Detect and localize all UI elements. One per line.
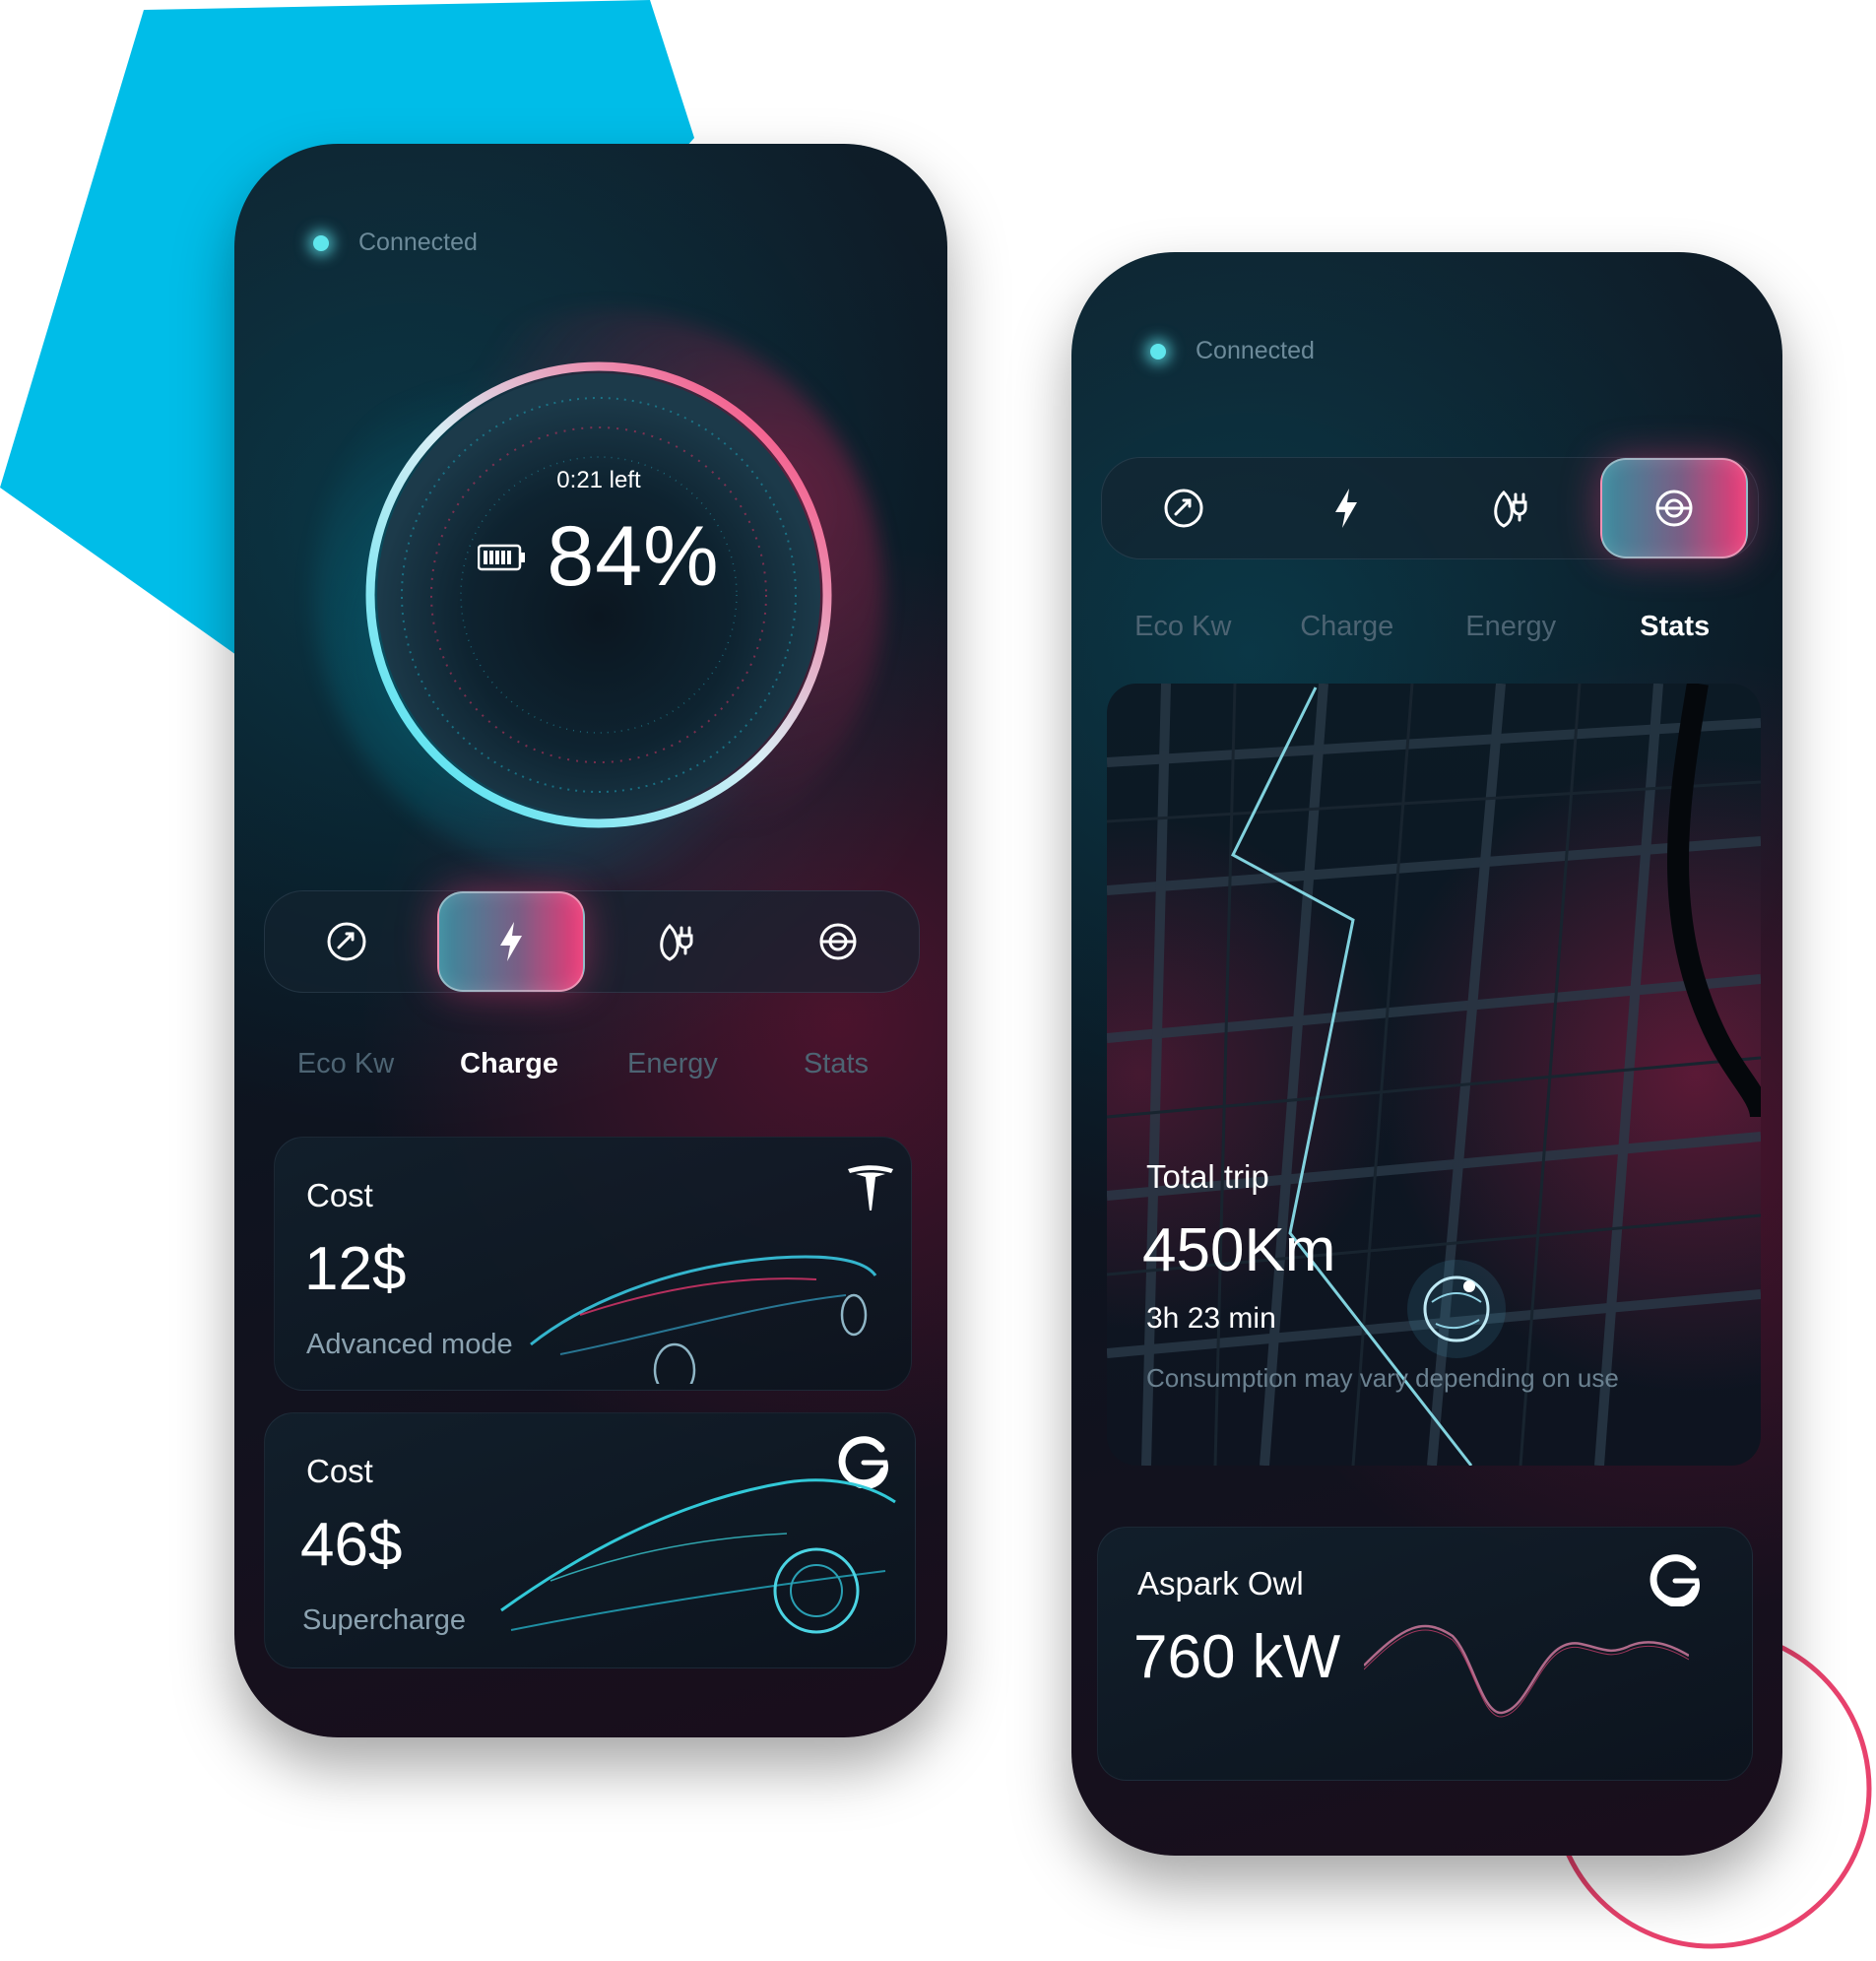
connection-status-label: Connected bbox=[358, 229, 478, 256]
lightning-icon bbox=[1335, 489, 1358, 528]
eco-gauge-icon bbox=[327, 922, 365, 961]
connection-dot-icon bbox=[1150, 343, 1166, 360]
tab-energy[interactable] bbox=[1438, 460, 1582, 556]
connection-status: Connected bbox=[1150, 337, 1315, 365]
trip-consumption-note: Consumption may vary depending on use bbox=[1146, 1363, 1619, 1393]
connection-status: Connected bbox=[313, 229, 478, 257]
eco-gauge-icon bbox=[1164, 489, 1203, 528]
car-sketch-illustration bbox=[530, 1255, 877, 1384]
trip-map[interactable]: Total trip 450Km 3h 23 min Consumption m… bbox=[1107, 684, 1761, 1466]
power-card[interactable]: Aspark Owl 760 kW bbox=[1097, 1527, 1753, 1781]
trip-duration: 3h 23 min bbox=[1146, 1302, 1276, 1335]
stats-screen-phone: Connected Eco Kw Charge Energy Stats Tot… bbox=[1071, 252, 1782, 1856]
leaf-plug-icon bbox=[1494, 490, 1527, 528]
cost-card-tesla[interactable]: Cost 12$ Advanced mode bbox=[274, 1137, 912, 1391]
tab-energy[interactable] bbox=[604, 893, 747, 990]
power-card-value: 760 kW bbox=[1133, 1623, 1341, 1691]
charge-percent-row: 84% bbox=[353, 508, 845, 606]
supercar-sketch-illustration bbox=[500, 1478, 896, 1634]
power-curve-line bbox=[1364, 1624, 1689, 1718]
cost-card-title: Cost bbox=[306, 1453, 373, 1489]
stats-dial-icon bbox=[819, 923, 856, 960]
tab-energy-label[interactable]: Energy bbox=[1437, 611, 1585, 643]
charge-ring: 0:21 left 84% bbox=[313, 309, 884, 881]
mode-tab-labels: Eco Kw Charge Energy Stats bbox=[1101, 611, 1757, 643]
tab-eco-kw-label[interactable]: Eco Kw bbox=[1109, 611, 1257, 643]
charge-time-left: 0:21 left bbox=[556, 467, 641, 493]
tab-stats[interactable] bbox=[766, 893, 910, 990]
cost-card-subtitle: Supercharge bbox=[302, 1604, 467, 1636]
tab-energy-label[interactable]: Energy bbox=[599, 1048, 746, 1080]
connection-dot-icon bbox=[313, 234, 329, 251]
cost-card-title: Cost bbox=[306, 1177, 373, 1213]
connection-status-label: Connected bbox=[1196, 337, 1315, 364]
location-globe-icon bbox=[1407, 1260, 1506, 1358]
mode-tabbar bbox=[1101, 457, 1759, 559]
tab-eco-kw-label[interactable]: Eco Kw bbox=[272, 1048, 420, 1080]
cost-card-aspark[interactable]: Cost 46$ Supercharge bbox=[264, 1412, 916, 1668]
leaf-plug-icon bbox=[659, 923, 692, 961]
charge-screen-phone: Connected 0:21 left 84% Eco Kw Charge En… bbox=[234, 144, 947, 1737]
tab-stats-label[interactable]: Stats bbox=[1601, 611, 1749, 643]
tab-eco-kw[interactable] bbox=[1112, 460, 1256, 556]
cost-card-subtitle: Advanced mode bbox=[306, 1329, 513, 1360]
power-card-title: Aspark Owl bbox=[1137, 1565, 1304, 1601]
tab-charge[interactable] bbox=[436, 891, 585, 992]
charge-percent: 84% bbox=[547, 509, 720, 604]
mode-tabbar bbox=[264, 890, 920, 993]
trip-distance: 450Km bbox=[1142, 1216, 1336, 1284]
battery-icon bbox=[478, 544, 526, 570]
stats-dial-icon bbox=[1655, 490, 1693, 527]
mode-tab-labels: Eco Kw Charge Energy Stats bbox=[264, 1048, 918, 1080]
tab-charge-label[interactable]: Charge bbox=[1273, 611, 1421, 643]
tab-stats-label[interactable]: Stats bbox=[762, 1048, 910, 1080]
tab-stats[interactable] bbox=[1600, 458, 1749, 558]
cost-card-value: 46$ bbox=[300, 1511, 403, 1579]
trip-title: Total trip bbox=[1146, 1158, 1269, 1195]
tab-eco-kw[interactable] bbox=[275, 893, 419, 990]
lightning-icon bbox=[499, 922, 522, 961]
cost-card-value: 12$ bbox=[304, 1235, 407, 1303]
tab-charge[interactable] bbox=[1274, 460, 1418, 556]
tab-charge-label[interactable]: Charge bbox=[435, 1048, 583, 1080]
